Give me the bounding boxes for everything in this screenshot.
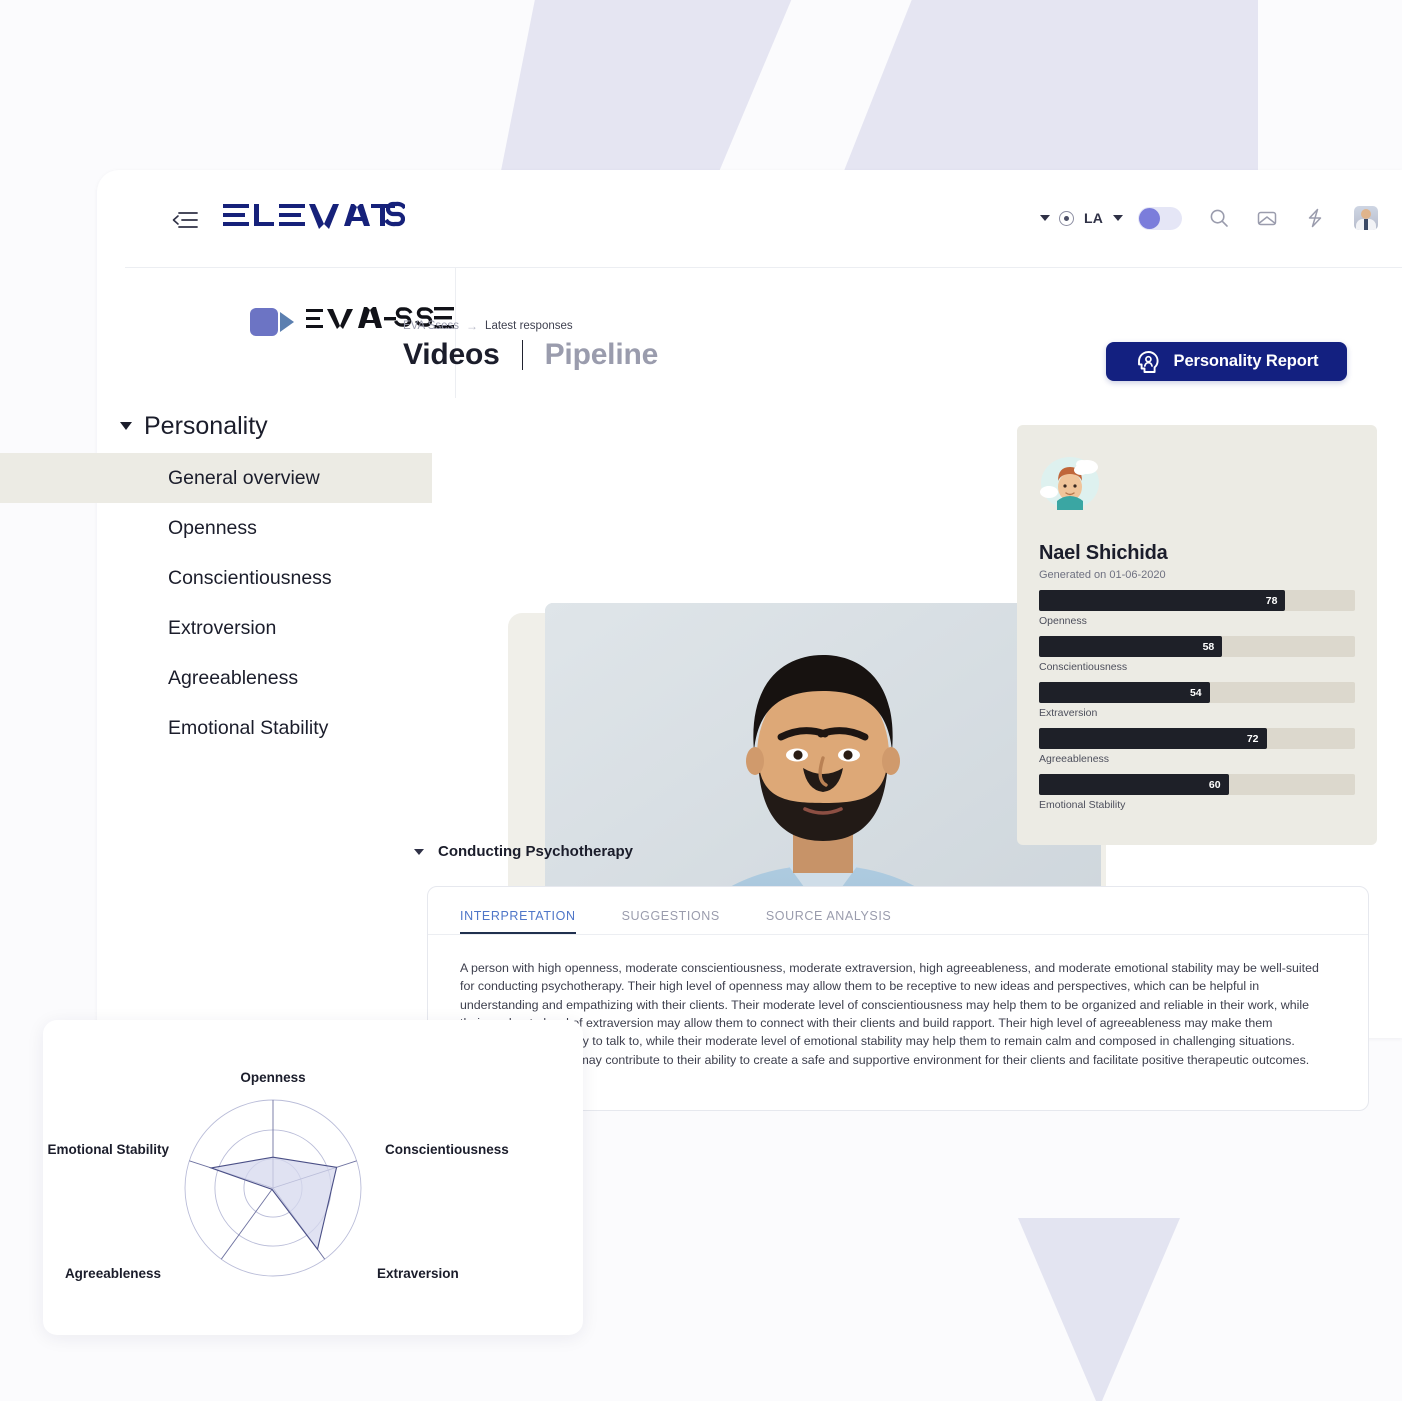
- trait-bar-track: 60: [1039, 774, 1355, 795]
- search-icon[interactable]: [1208, 207, 1230, 229]
- personality-radar-chart: [184, 1099, 362, 1277]
- trait-bar: 78 Openness: [1039, 590, 1355, 627]
- sidebar-item-label: Extroversion: [168, 616, 277, 639]
- trait-bar-label: Agreeableness: [1039, 753, 1110, 765]
- trait-bar: 60 Emotional Stability: [1039, 774, 1355, 811]
- sidebar-item-emotional-stability[interactable]: Emotional Stability: [0, 703, 432, 753]
- breadcrumb: EVA Ssess → Latest responses: [403, 319, 573, 333]
- sidebar-item-conscientiousness[interactable]: Conscientiousness: [0, 553, 432, 603]
- breadcrumb-current[interactable]: Latest responses: [485, 320, 573, 332]
- section-header[interactable]: Conducting Psychotherapy: [414, 843, 633, 860]
- background-v-shape: [498, 0, 1258, 186]
- trait-bar-label: Openness: [1039, 615, 1087, 627]
- product-logo-block: [125, 268, 455, 398]
- sidebar-items: General overview Openness Conscientiousnes…: [0, 453, 432, 753]
- sidebar-item-label: Emotional Stability: [168, 716, 329, 739]
- trait-bar-value: 60: [1208, 778, 1221, 791]
- tab-bar: INTERPRETATION SUGGESTIONS SOURCE ANALYSIS: [428, 887, 1368, 935]
- trait-bar-label: Conscientiousness: [1039, 661, 1128, 673]
- breadcrumb-root[interactable]: EVA Ssess: [403, 320, 459, 332]
- trait-bar-fill: 72: [1039, 728, 1267, 749]
- trait-bars: 78 Openness 58 Conscientiousness 54 Extravers…: [1039, 590, 1355, 811]
- personality-report-card: Nael Shichida Generated on 01-06-2020 78…: [1017, 425, 1377, 845]
- background-triangle-shape: [1018, 1218, 1180, 1401]
- title-separator: [521, 340, 523, 370]
- page-title: Videos Pipeline: [403, 338, 658, 372]
- trait-bar-fill: 54: [1039, 682, 1210, 703]
- trait-bar: 58 Conscientiousness: [1039, 636, 1355, 673]
- trait-bar-value: 54: [1189, 686, 1202, 699]
- radar-chart-card: Openness Conscientiousness Extraversion Agr…: [43, 1020, 583, 1335]
- daydreaming-head-icon: [1040, 457, 1099, 510]
- sidebar-item-label: General overview: [168, 466, 320, 489]
- trait-bar: 54 Extraversion: [1039, 682, 1355, 719]
- header-divider: [455, 268, 456, 398]
- avatar[interactable]: [1354, 206, 1378, 230]
- theme-toggle[interactable]: [1138, 206, 1182, 230]
- locale-label[interactable]: LA: [1084, 210, 1103, 226]
- trait-bar-label: Emotional Stability: [1039, 799, 1126, 811]
- report-generated-date: Generated on 01-06-2020: [1039, 569, 1166, 581]
- sidebar-item-openness[interactable]: Openness: [0, 503, 432, 553]
- breadcrumb-arrow-icon: →: [466, 319, 479, 333]
- tab-source-analysis[interactable]: SOURCE ANALYSIS: [766, 909, 891, 934]
- sidebar-item-agreeableness[interactable]: Agreeableness: [0, 653, 432, 703]
- tab-suggestions[interactable]: SUGGESTIONS: [622, 909, 720, 934]
- sidebar-item-general-overview[interactable]: General overview: [0, 453, 432, 503]
- personality-report-button-label: Personality Report: [1173, 352, 1319, 370]
- trait-bar-value: 72: [1246, 732, 1259, 745]
- trait-bar-label: Extraversion: [1039, 707, 1098, 719]
- trait-bar-value: 78: [1265, 594, 1278, 607]
- personality-sidebar: Personality General overview Openness Cons…: [0, 405, 432, 753]
- radar-label-emotional-stability: Emotional Stability: [47, 1142, 169, 1157]
- chevron-down-icon-locale[interactable]: [1113, 215, 1123, 221]
- inbox-icon[interactable]: [1256, 207, 1278, 229]
- trait-bar: 72 Agreeableness: [1039, 728, 1355, 765]
- trait-bar-track: 58: [1039, 636, 1355, 657]
- sidebar-item-label: Openness: [168, 516, 257, 539]
- radar-label-extraversion: Extraversion: [377, 1266, 459, 1281]
- chevron-down-icon-left[interactable]: [1039, 215, 1050, 221]
- sidebar-group-title: Personality: [144, 411, 268, 440]
- tab-pipeline[interactable]: Pipeline: [545, 338, 659, 372]
- chevron-down-icon-personality[interactable]: [120, 422, 132, 430]
- target-icon[interactable]: [1058, 210, 1074, 226]
- eva-play-icon: [280, 311, 294, 332]
- trait-bar-track: 54: [1039, 682, 1355, 703]
- trait-bar-fill: 60: [1039, 774, 1229, 795]
- elevatus-logo[interactable]: [223, 200, 405, 238]
- trait-bar-value: 58: [1202, 640, 1215, 653]
- tab-videos[interactable]: Videos: [403, 338, 500, 372]
- top-bar: LA: [97, 170, 1402, 268]
- radar-label-agreeableness: Agreeableness: [64, 1266, 161, 1281]
- sidebar-item-extroversion[interactable]: Extroversion: [0, 603, 432, 653]
- sidebar-group-header[interactable]: Personality: [0, 405, 432, 447]
- trait-bar-fill: 58: [1039, 636, 1223, 657]
- candidate-name: Nael Shichida: [1039, 542, 1168, 564]
- trait-bar-track: 78: [1039, 590, 1355, 611]
- trait-bar-fill: 78: [1039, 590, 1286, 611]
- collapse-menu-icon[interactable]: [172, 211, 198, 229]
- radar-label-conscientiousness: Conscientiousness: [385, 1142, 509, 1157]
- radar-label-openness: Openness: [240, 1070, 306, 1085]
- sidebar-item-label: Agreeableness: [168, 666, 299, 689]
- chevron-down-icon-section[interactable]: [414, 848, 424, 855]
- section-title: Conducting Psychotherapy: [438, 843, 634, 860]
- trait-bar-track: 72: [1039, 728, 1355, 749]
- top-bar-actions: LA: [1039, 198, 1378, 238]
- sidebar-item-label: Conscientiousness: [168, 566, 332, 589]
- head-profile-icon: [1137, 350, 1159, 373]
- screenshot-root: LA Nael Shichida Generated on 01-06-2020…: [0, 0, 1402, 1401]
- tab-interpretation[interactable]: INTERPRETATION: [460, 909, 576, 934]
- personality-report-button[interactable]: Personality Report: [1106, 342, 1347, 381]
- bolt-icon[interactable]: [1304, 207, 1326, 229]
- eva-square-icon: [250, 307, 278, 336]
